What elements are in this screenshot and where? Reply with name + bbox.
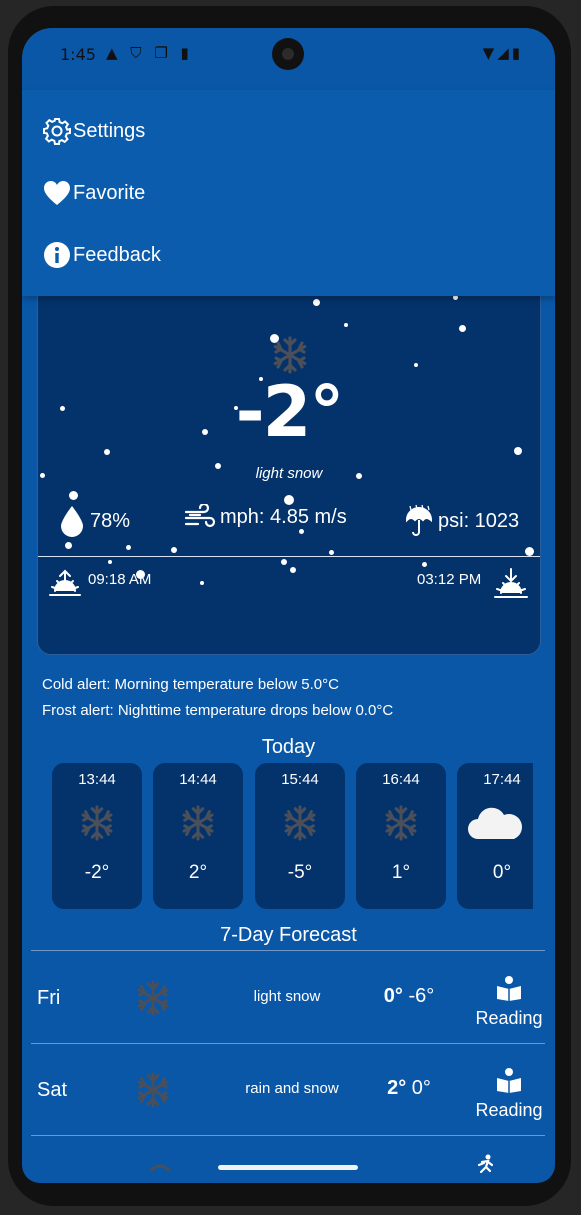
sunrise-icon [49, 569, 81, 596]
sunset-time: 03:12 PM [417, 571, 482, 588]
running-icon [477, 1154, 494, 1174]
forecast-high-low: 0° -6° [354, 985, 464, 1008]
current-weather-card: -2° light snow 78% mph: 4.85 m/s psi: 10… [37, 278, 541, 655]
snow-particle [69, 491, 78, 500]
menu-item-settings[interactable]: Settings [42, 111, 145, 151]
app-screen: 1:45 ▲ ⛉ ❐ ▮ ▼◢▮ Settings Favorite Feedb… [22, 28, 555, 1183]
status-bar: 1:45 ▲ ⛉ ❐ ▮ ▼◢▮ [22, 28, 555, 80]
snowflake-icon [182, 805, 214, 841]
menu-item-label: Feedback [73, 243, 161, 266]
info-icon [44, 242, 70, 268]
status-time: 1:45 [60, 45, 96, 64]
hourly-card[interactable]: 16:44 1° [356, 763, 446, 909]
weather-description: light snow [255, 465, 323, 482]
hour-time: 17:44 [483, 771, 521, 788]
humidity-value: 78% [90, 509, 131, 532]
forecast-low: -6° [408, 985, 435, 1007]
hour-temp: -5° [287, 862, 313, 883]
snow-particle [422, 562, 427, 567]
forecast-day: Fri [37, 987, 61, 1009]
status-signal-battery-icons: ▼◢▮ [482, 44, 523, 62]
activity-suggestion[interactable]: Reading [469, 975, 549, 1029]
hour-temp: -2° [84, 862, 110, 883]
hour-time: 16:44 [382, 771, 420, 788]
snowflake-icon [137, 1072, 169, 1108]
hour-temp: 2° [188, 862, 208, 883]
pressure-value: psi: 1023 [438, 509, 520, 532]
weather-alerts: Cold alert: Morning temperature below 5.… [42, 672, 393, 724]
snow-particle [525, 547, 534, 556]
sunrise-time: 09:18 AM [88, 571, 152, 588]
sunset-icon [494, 568, 528, 598]
menu-item-label: Settings [73, 119, 146, 142]
reading-icon [497, 976, 521, 1001]
snow-particle [126, 545, 131, 550]
pressure-stat: psi: 1023 [404, 504, 519, 538]
forecast-low: 0° [411, 1077, 431, 1099]
menu-item-favorite[interactable]: Favorite [42, 173, 145, 213]
forecast-high: 0° [383, 985, 403, 1007]
frost-alert: Frost alert: Nighttime temperature drops… [42, 702, 394, 719]
hourly-card[interactable]: 13:44 -2° [52, 763, 142, 909]
overflow-menu: Settings Favorite Feedback [22, 90, 555, 296]
snow-particle [65, 542, 72, 549]
snow-particle [171, 547, 177, 553]
umbrella-icon [405, 504, 433, 536]
snow-particle [290, 567, 296, 573]
wind-icon [184, 504, 216, 528]
forecast-high: 2° [387, 1077, 407, 1099]
forecast-condition: light snow [253, 988, 321, 1005]
hourly-card[interactable]: 14:44 2° [153, 763, 243, 909]
activity-suggestion[interactable]: Reading [469, 1067, 549, 1121]
card-divider [38, 556, 540, 557]
humidity-stat: 78% [58, 504, 130, 538]
activity-label: Reading [475, 1100, 543, 1120]
snowflake-icon [81, 805, 113, 841]
snowflake-icon [273, 336, 307, 374]
forecast-divider [31, 1135, 545, 1136]
hour-time: 13:44 [78, 771, 116, 788]
wind-stat: mph: 4.85 m/s [184, 504, 347, 530]
hourly-card[interactable]: 15:44 -5° [255, 763, 345, 909]
snow-particle [344, 323, 348, 327]
forecast-row[interactable]: Sat rain and snow 2° 0° Reading [22, 1043, 555, 1135]
snow-particle [200, 581, 204, 585]
hour-time: 15:44 [281, 771, 319, 788]
activity-label: Reading [475, 1008, 543, 1028]
water-drop-icon [61, 506, 83, 537]
snowflake-icon [284, 805, 316, 841]
gear-icon [43, 118, 71, 145]
snow-particle [313, 299, 320, 306]
gesture-navigation-bar[interactable] [218, 1165, 358, 1170]
menu-item-label: Favorite [73, 181, 146, 204]
status-notification-icons: ▲ ⛉ ❐ ▮ [106, 44, 193, 62]
hour-time: 14:44 [179, 771, 217, 788]
snow-particle [108, 560, 112, 564]
snow-particle [459, 325, 466, 332]
forecast-condition: rain and snow [245, 1080, 339, 1097]
hour-temp: 0° [492, 862, 512, 883]
snow-particle [414, 363, 418, 367]
reading-icon [497, 1068, 521, 1093]
snow-particle [329, 550, 334, 555]
hourly-card[interactable]: 17:44 0° [457, 763, 533, 909]
wind-value: mph: 4.85 m/s [220, 505, 347, 528]
current-temperature: -2° [235, 371, 345, 453]
cold-alert: Cold alert: Morning temperature below 5.… [42, 676, 339, 693]
snowflake-icon [385, 805, 417, 841]
camera-cutout [272, 38, 304, 70]
forecast-high-low: 2° 0° [354, 1077, 464, 1100]
partial-weather-icon [148, 1164, 172, 1171]
snowflake-icon [137, 980, 169, 1016]
today-title: Today [261, 736, 316, 758]
cloud-icon [468, 807, 522, 839]
snow-particle [281, 559, 287, 565]
forecast-day: Sat [37, 1079, 68, 1101]
heart-icon [44, 181, 70, 205]
menu-item-feedback[interactable]: Feedback [42, 235, 161, 275]
forecast-row[interactable]: Fri light snow 0° -6° Reading [22, 951, 555, 1043]
hour-temp: 1° [391, 862, 411, 883]
forecast-title: 7-Day Forecast [220, 924, 357, 946]
